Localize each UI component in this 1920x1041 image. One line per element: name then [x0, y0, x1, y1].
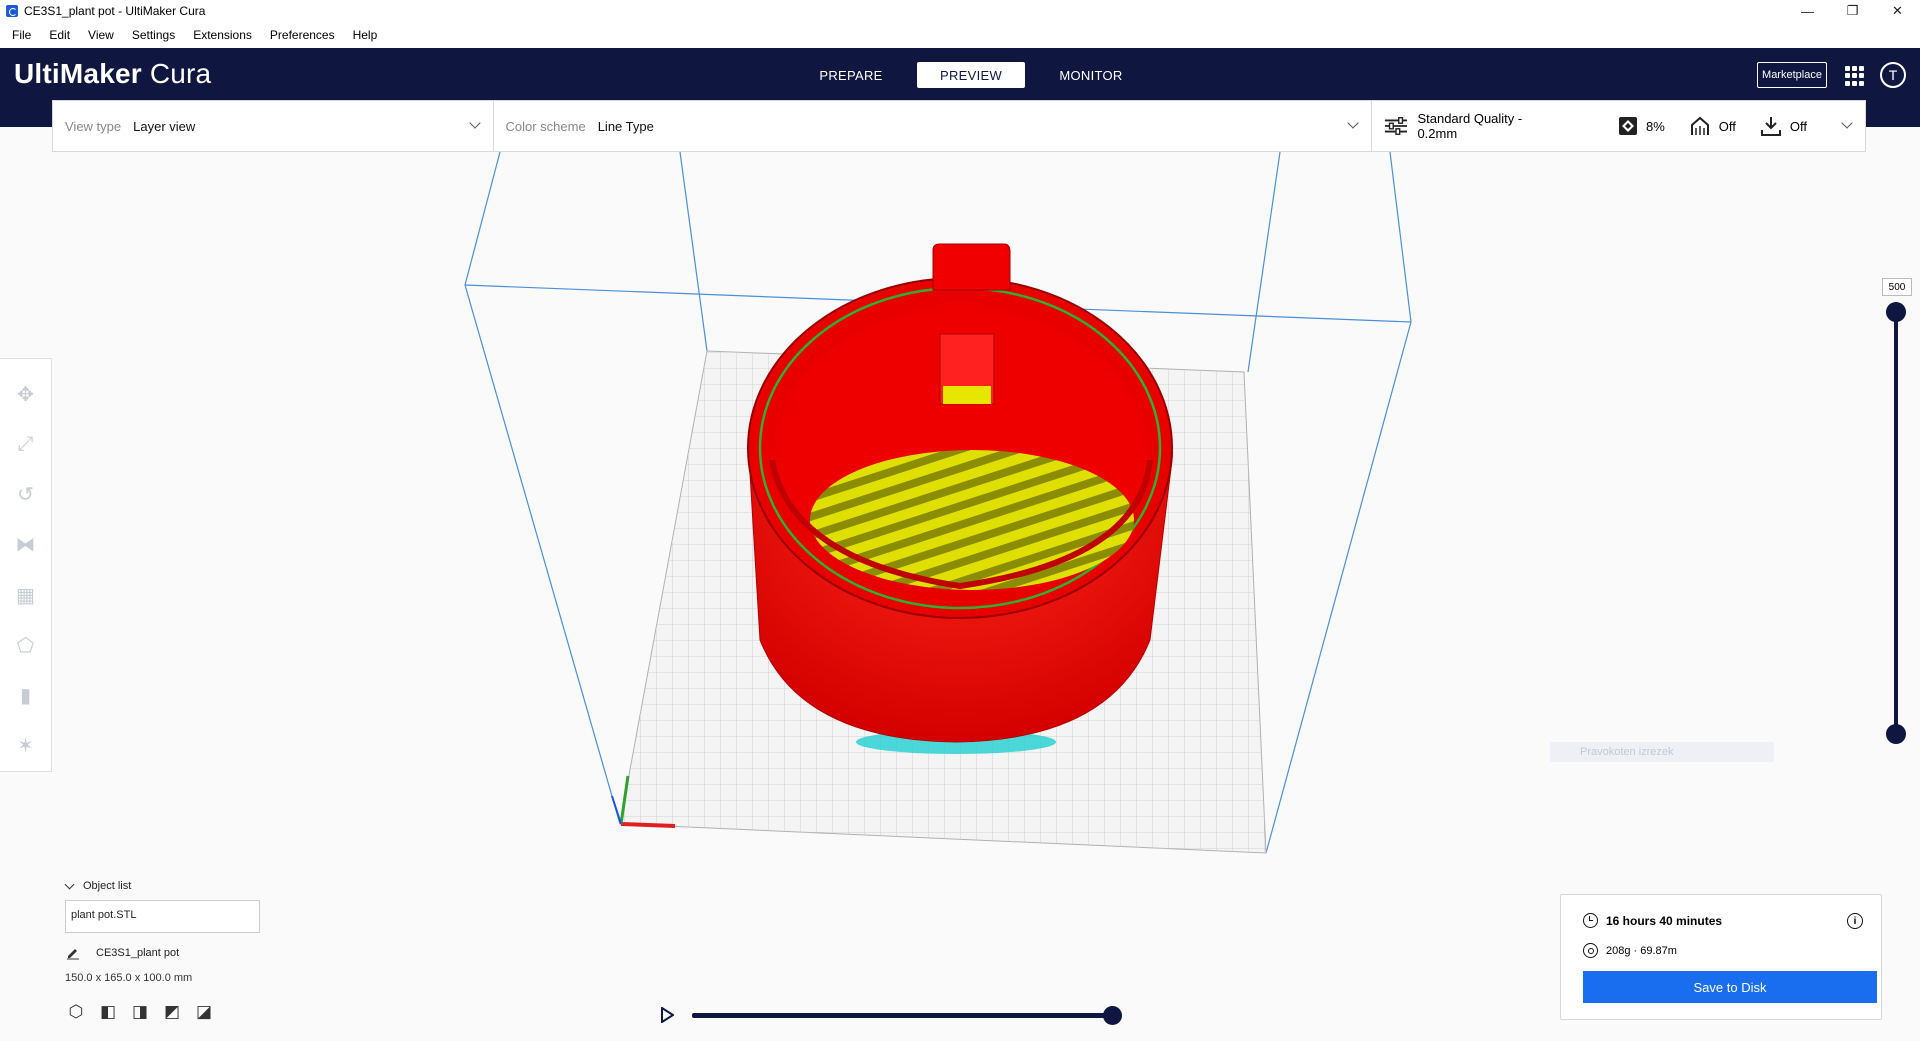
tab-preview[interactable]: PREVIEW: [917, 62, 1025, 88]
adhesion-value: Off: [1789, 118, 1807, 134]
move-icon[interactable]: ✥: [11, 380, 41, 408]
color-scheme-value: Line Type: [597, 118, 654, 134]
info-icon[interactable]: i: [1847, 913, 1863, 929]
title-bar: CE3S1_plant pot - UltiMaker Cura — ❐ ✕: [0, 0, 1920, 22]
print-time-row: 16 hours 40 minutes: [1583, 913, 1722, 928]
tool-rail: ✥ ⤢ ↺ ⧓ ▦ ⬠ ▮ ✶: [0, 358, 52, 772]
chevron-down-icon: [468, 117, 481, 129]
path-slider-track[interactable]: [692, 1013, 1112, 1018]
menu-help[interactable]: Help: [353, 28, 378, 42]
support-blocker-icon[interactable]: ⬠: [11, 631, 41, 659]
layer-number-input[interactable]: 500: [1882, 278, 1912, 296]
layer-slider-track[interactable]: [1894, 312, 1898, 734]
layer-slider-bottom-handle[interactable]: [1886, 724, 1906, 744]
view-toolbar: View type Layer view Color scheme Line T…: [52, 100, 1866, 152]
view-3d-icon[interactable]: ⬡: [66, 1002, 86, 1022]
color-scheme-label: Color scheme: [505, 118, 586, 134]
object-list-toggle[interactable]: Object list: [64, 879, 132, 892]
account-avatar[interactable]: T: [1880, 62, 1906, 88]
model-dimensions: 150.0 x 165.0 x 100.0 mm: [65, 972, 193, 984]
save-to-disk-button[interactable]: Save to Disk: [1583, 971, 1877, 1003]
material-row: 208g · 69.87m: [1583, 943, 1677, 958]
mirror-icon[interactable]: ⧓: [11, 531, 41, 559]
menu-bar: File Edit View Settings Extensions Prefe…: [0, 22, 1920, 48]
support-setting: Off: [1689, 115, 1736, 137]
menu-extensions[interactable]: Extensions: [193, 28, 252, 42]
camera-view-buttons: ⬡ ◧ ◨ ◩ ◪: [66, 1002, 214, 1022]
quality-setting: Standard Quality - 0.2mm: [1384, 111, 1554, 141]
quality-value: Standard Quality - 0.2mm: [1417, 111, 1523, 141]
cura-app-icon: [6, 5, 18, 17]
view-left-icon[interactable]: ◩: [162, 1002, 182, 1022]
print-settings-dropdown[interactable]: Standard Quality - 0.2mm 8% Off Off: [1372, 101, 1865, 151]
menu-file[interactable]: File: [12, 28, 31, 42]
window-controls: — ❐ ✕: [1785, 0, 1920, 22]
menu-view[interactable]: View: [88, 28, 114, 42]
view-type-label: View type: [65, 118, 122, 134]
play-icon[interactable]: [660, 1007, 674, 1023]
minimize-button[interactable]: —: [1785, 0, 1830, 22]
job-name-text: CE3S1_plant pot: [96, 947, 180, 959]
infill-icon: [1618, 117, 1637, 135]
view-front-icon[interactable]: ◧: [98, 1002, 118, 1022]
infill-value: 8%: [1645, 118, 1665, 134]
cylinder-mesh-icon[interactable]: ▮: [11, 682, 41, 710]
rotate-icon[interactable]: ↺: [11, 481, 41, 509]
material-usage: 208g · 69.87m: [1606, 944, 1677, 957]
clock-icon: [1583, 913, 1598, 928]
chevron-down-icon: [64, 879, 75, 889]
spool-icon: [1583, 943, 1598, 958]
color-scheme-dropdown[interactable]: Color scheme Line Type: [494, 101, 1371, 151]
infill-setting: 8%: [1618, 116, 1665, 136]
window-title: CE3S1_plant pot - UltiMaker Cura: [24, 4, 206, 18]
support-value: Off: [1718, 118, 1736, 134]
apps-grid-icon[interactable]: [1845, 66, 1865, 86]
marketplace-button[interactable]: Marketplace: [1757, 62, 1827, 88]
restore-button[interactable]: ❐: [1830, 0, 1875, 22]
object-list-item[interactable]: plant pot.STL: [65, 900, 260, 933]
chevron-down-icon: [1841, 117, 1853, 129]
stage-tabs: PREPARE PREVIEW MONITOR: [797, 62, 1145, 88]
view-top-icon[interactable]: ◨: [130, 1002, 150, 1022]
brand-bold: UltiMaker: [14, 58, 142, 89]
print-time: 16 hours 40 minutes: [1606, 913, 1723, 928]
adhesion-setting: Off: [1760, 115, 1807, 137]
scale-icon[interactable]: ⤢: [11, 430, 41, 458]
sliders-icon: [1384, 117, 1407, 135]
support-icon: [1690, 116, 1709, 135]
tab-prepare[interactable]: PREPARE: [797, 62, 905, 88]
paint-icon[interactable]: ✶: [11, 732, 41, 760]
brand-logo: UltiMaker Cura: [14, 58, 211, 90]
view-type-value: Layer view: [133, 118, 196, 134]
adhesion-icon: [1760, 117, 1781, 136]
object-list-label: Object list: [83, 880, 132, 892]
layer-slider-top-handle[interactable]: [1886, 302, 1906, 322]
brand-light: Cura: [149, 58, 212, 89]
close-button[interactable]: ✕: [1875, 0, 1920, 22]
object-list-panel: Object list plant pot.STL CE3S1_plant po…: [64, 879, 260, 1021]
tab-monitor[interactable]: MONITOR: [1037, 62, 1145, 88]
pencil-icon: [67, 949, 79, 960]
per-model-settings-icon[interactable]: ▦: [11, 581, 41, 609]
view-type-dropdown[interactable]: View type Layer view: [53, 101, 493, 151]
path-slider-handle[interactable]: [1103, 1006, 1122, 1025]
print-info-panel: 16 hours 40 minutes i 208g · 69.87m Save…: [1560, 894, 1882, 1020]
menu-edit[interactable]: Edit: [49, 28, 70, 42]
view-right-icon[interactable]: ◪: [194, 1002, 214, 1022]
ghost-tooltip: Pravokoten izrezek: [1550, 742, 1774, 762]
menu-settings[interactable]: Settings: [132, 28, 175, 42]
chevron-down-icon: [1346, 117, 1359, 129]
menu-preferences[interactable]: Preferences: [270, 28, 335, 42]
plant-pot-model: [747, 243, 1173, 754]
job-name[interactable]: CE3S1_plant pot: [66, 946, 266, 960]
